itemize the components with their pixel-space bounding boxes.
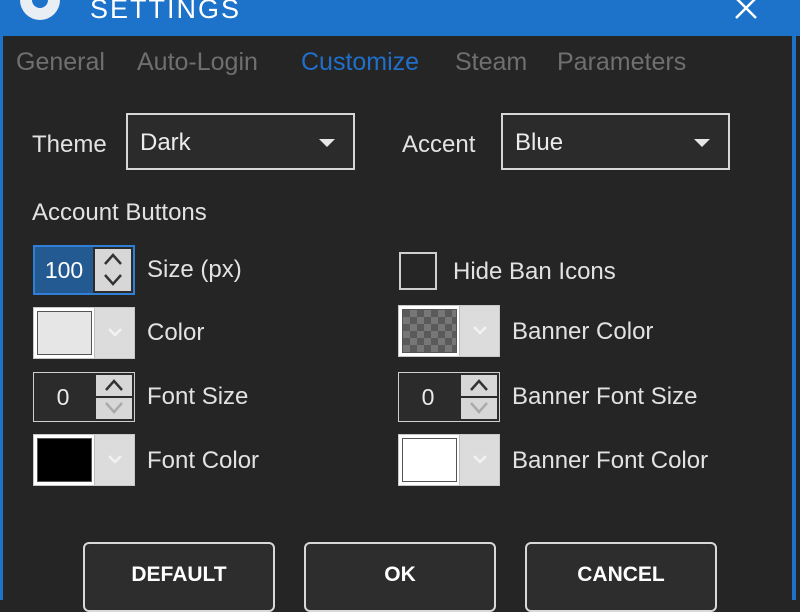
theme-label: Theme [32, 131, 107, 158]
cancel-button[interactable]: CANCEL [525, 542, 717, 612]
default-button[interactable]: DEFAULT [83, 542, 275, 612]
font-size-stepper[interactable]: 0 [33, 372, 135, 422]
decrement-button[interactable] [95, 270, 131, 291]
font-color-picker[interactable] [33, 434, 135, 486]
accent-label: Accent [402, 131, 476, 158]
banner-color-label: Banner Color [512, 318, 654, 345]
steam-logo-icon [20, 0, 60, 20]
tab-customize[interactable]: Customize [301, 48, 419, 77]
chevron-down-icon[interactable] [459, 306, 499, 356]
banner-font-size-value[interactable]: 0 [399, 373, 457, 421]
decrement-button[interactable] [461, 398, 497, 419]
banner-color-picker[interactable] [398, 305, 500, 357]
font-size-value[interactable]: 0 [34, 373, 92, 421]
decrement-button[interactable] [96, 398, 132, 419]
accent-value: Blue [515, 129, 564, 156]
account-buttons-heading: Account Buttons [32, 199, 207, 226]
tab-steam[interactable]: Steam [455, 48, 527, 77]
font-color-label: Font Color [147, 447, 260, 474]
tab-auto-login[interactable]: Auto-Login [137, 48, 258, 77]
chevron-down-icon[interactable] [459, 435, 499, 485]
ok-button[interactable]: OK [304, 542, 496, 612]
font-size-label: Font Size [147, 383, 249, 410]
tab-parameters[interactable]: Parameters [557, 48, 686, 77]
color-picker[interactable] [33, 307, 135, 359]
accent-select[interactable]: Blue [501, 113, 730, 170]
font-color-swatch [37, 438, 92, 482]
close-icon[interactable] [728, 0, 764, 26]
chevron-down-icon [319, 139, 335, 147]
increment-button[interactable] [95, 249, 131, 270]
chevron-down-icon[interactable] [94, 435, 134, 485]
hide-ban-icons-checkbox[interactable] [399, 252, 437, 290]
hide-ban-icons-label: Hide Ban Icons [453, 258, 616, 285]
color-label: Color [147, 319, 205, 346]
banner-font-color-picker[interactable] [398, 434, 500, 486]
theme-value: Dark [140, 129, 191, 156]
chevron-down-icon[interactable] [94, 308, 134, 358]
chevron-down-icon [694, 139, 710, 147]
banner-font-color-label: Banner Font Color [512, 447, 709, 474]
banner-font-size-label: Banner Font Size [512, 383, 698, 410]
title-bar: SETTINGS [0, 0, 800, 36]
size-label: Size (px) [147, 256, 242, 283]
increment-button[interactable] [461, 375, 497, 396]
color-swatch [37, 311, 92, 355]
banner-font-color-swatch [402, 438, 457, 482]
banner-font-size-stepper[interactable]: 0 [398, 372, 500, 422]
window-title: SETTINGS [90, 0, 242, 24]
size-stepper[interactable]: 100 [33, 245, 135, 295]
tab-general[interactable]: General [16, 48, 105, 77]
theme-select[interactable]: Dark [126, 113, 355, 170]
banner-color-swatch [402, 309, 457, 353]
increment-button[interactable] [96, 375, 132, 396]
size-value[interactable]: 100 [35, 247, 93, 293]
